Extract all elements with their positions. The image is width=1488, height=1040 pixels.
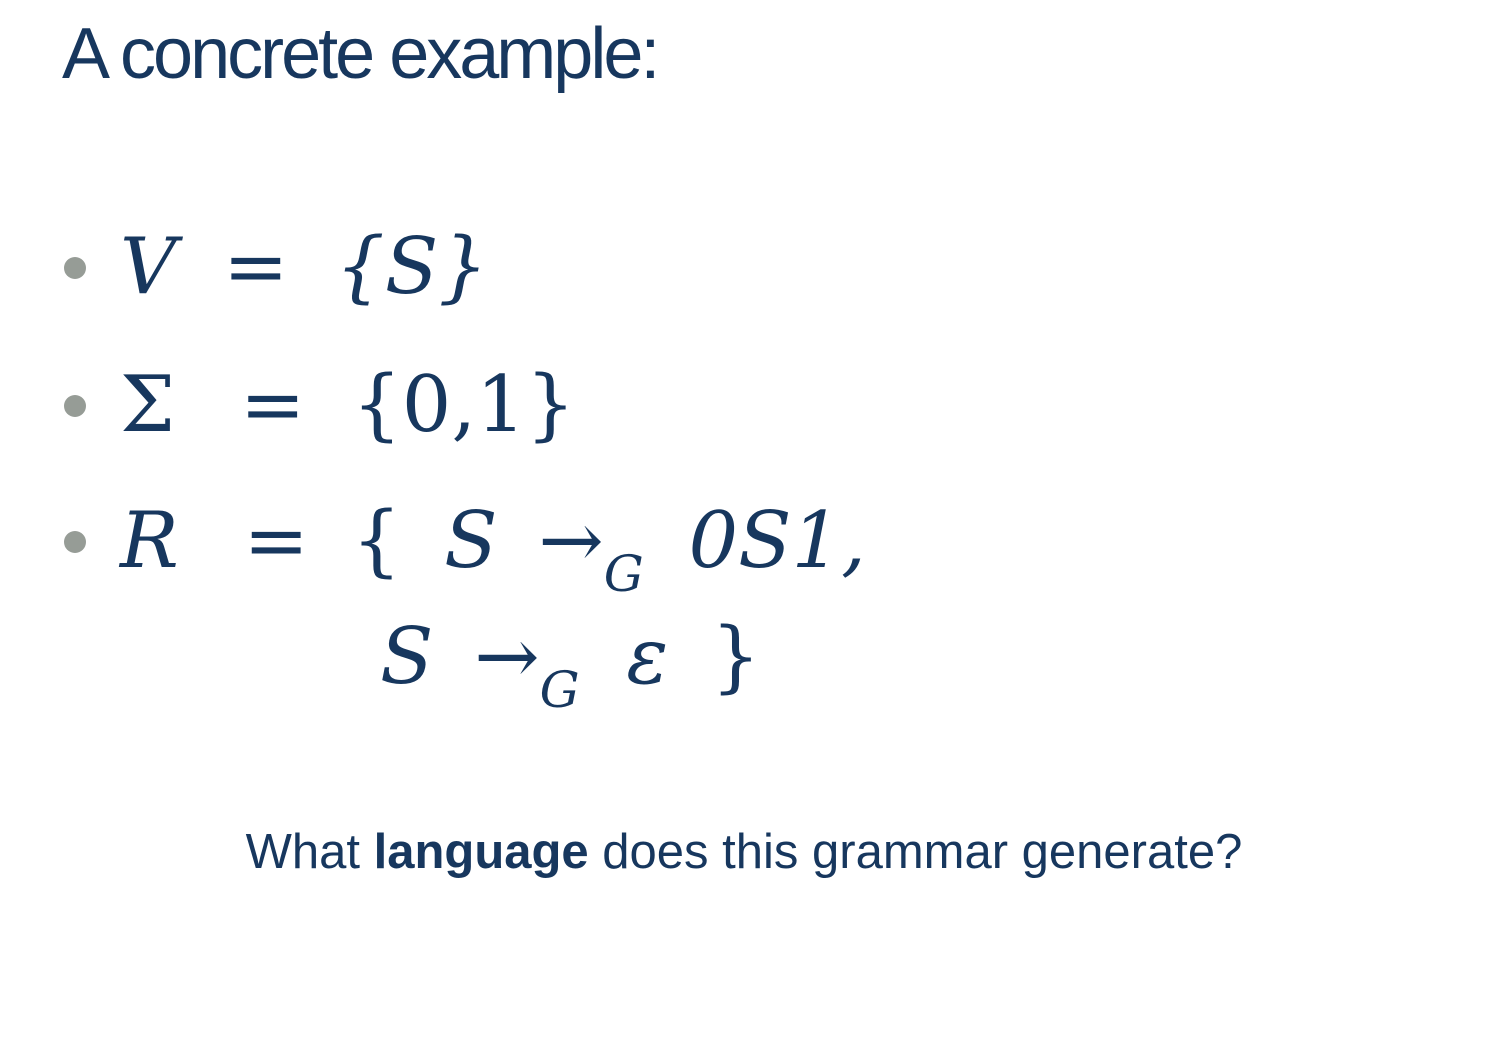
rule2-subscript: G: [539, 661, 580, 719]
definition-sigma: Σ = {0,1}: [120, 360, 575, 450]
rule2-lhs: S: [380, 612, 434, 702]
set-v: {S}: [335, 222, 488, 312]
symbol-r: R: [120, 496, 179, 586]
bullet-marker-v: [64, 257, 86, 279]
set-sigma: {0,1}: [352, 360, 576, 450]
symbol-v: V: [120, 222, 177, 312]
equals-sign-r: =: [243, 496, 309, 586]
rule1-arrow: →: [538, 496, 604, 586]
equals-sign-sigma: =: [239, 360, 306, 450]
bullet-marker-r: [64, 531, 86, 553]
bullet-marker-sigma: [64, 395, 86, 417]
definition-r: R = { S →G 0S1,: [120, 496, 866, 603]
rule1-lhs: S: [444, 496, 498, 586]
question-text: What language does this grammar generate…: [0, 822, 1488, 882]
definition-r-continuation: S →G ε }: [380, 612, 761, 719]
rule2-arrow: →: [474, 612, 540, 702]
question-bold-word: language: [373, 825, 589, 879]
close-brace-r: }: [711, 612, 761, 702]
question-after: does this grammar generate?: [588, 825, 1243, 879]
equals-sign-v: =: [223, 222, 289, 312]
rule1-rhs: 0S1,: [688, 496, 866, 586]
symbol-sigma: Σ: [120, 360, 176, 450]
definition-v: V = {S}: [120, 222, 488, 312]
question-before: What: [245, 825, 374, 879]
open-brace-r: {: [351, 496, 402, 586]
rule1-subscript: G: [603, 545, 644, 603]
rule2-rhs: ε: [626, 612, 669, 702]
slide-title: A concrete example:: [62, 14, 660, 94]
